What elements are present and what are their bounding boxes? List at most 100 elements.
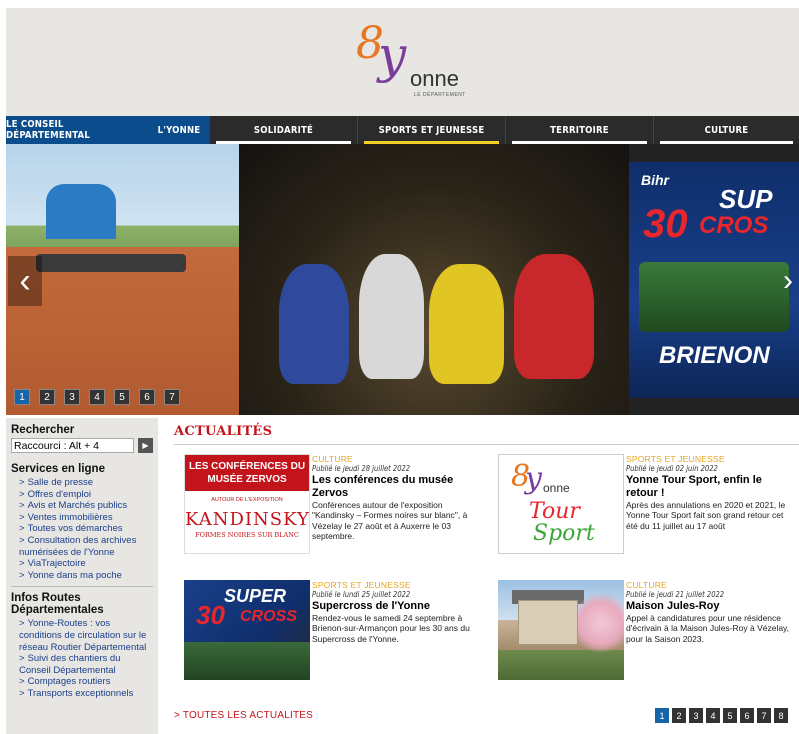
- news-description: Appel à candidatures pour une résidence …: [626, 613, 790, 644]
- news-title-link[interactable]: Maison Jules-Roy: [626, 600, 796, 613]
- nav-sports-jeunesse[interactable]: SPORTS ET JEUNESSE: [358, 116, 506, 144]
- service-link[interactable]: > Toutes vos démarches: [11, 523, 153, 535]
- news-date: Publié le lundi 25 juillet 2022: [312, 590, 411, 599]
- news-category: CULTURE: [312, 454, 353, 464]
- news-thumbnail-yonne-tour-sport[interactable]: 8 y onne Tour Sport: [498, 454, 624, 554]
- service-label: Ventes immobilières: [27, 511, 113, 523]
- service-link[interactable]: > Offres d'emploi: [11, 489, 153, 501]
- service-link[interactable]: > Consultation des archives numérisées de…: [11, 535, 153, 558]
- news-page-5[interactable]: 5: [723, 708, 737, 723]
- slider-page-5[interactable]: 5: [114, 389, 130, 405]
- arrow-marker-icon: >: [19, 523, 25, 535]
- news-date: Publié le jeudi 28 juillet 2022: [312, 464, 411, 473]
- news-thumbnail-supercross[interactable]: SUPER 30 CROSS: [184, 580, 310, 680]
- news-date: Publié le jeudi 02 juin 2022: [626, 464, 718, 473]
- blossom-tree-shape: [578, 588, 624, 658]
- news-thumbnail-maison-jules-roy[interactable]: [498, 580, 624, 680]
- news-title-link[interactable]: Les conférences du musée Zervos: [312, 474, 482, 500]
- slider-page-1[interactable]: 1: [14, 389, 30, 405]
- slider-prev-button[interactable]: ‹: [8, 256, 42, 306]
- nav-territoire[interactable]: TERRITOIRE: [506, 116, 654, 144]
- arrow-marker-icon: >: [19, 477, 25, 488]
- inflatable-shape: [46, 184, 116, 239]
- service-link[interactable]: > Ventes immobilières: [11, 512, 153, 524]
- slider-page-2[interactable]: 2: [39, 389, 55, 405]
- infos-link[interactable]: > Comptages routiers: [11, 676, 153, 688]
- service-label: Offres d'emploi: [27, 488, 91, 500]
- arrow-marker-icon: >: [19, 653, 25, 665]
- news-card[interactable]: 8 y onne Tour Sport SPORTS ET JEUNESSE P…: [488, 454, 798, 559]
- news-description: Après des annulations en 2020 et 2021, l…: [626, 500, 786, 531]
- rider-shape: [429, 264, 504, 384]
- news-page-2[interactable]: 2: [672, 708, 686, 723]
- slider-next-button[interactable]: ›: [777, 256, 799, 306]
- service-label: ViaTrajectoire: [27, 558, 86, 570]
- service-label: Yonne dans ma poche: [27, 569, 122, 581]
- slide-poster-supercross[interactable]: Bihr SUP 30 CROS BRIENON: [629, 162, 799, 398]
- thumb-heading: LES CONFÉRENCES DU MUSÉE ZERVOS: [185, 455, 309, 491]
- service-link[interactable]: > ViaTrajectoire: [11, 558, 153, 570]
- news-page-3[interactable]: 3: [689, 708, 703, 723]
- karts-shape: [36, 254, 186, 272]
- nav-yonne[interactable]: L'YONNE: [148, 116, 210, 144]
- infos-link[interactable]: > Suivi des chantiers du Conseil Départem…: [11, 653, 153, 676]
- news-thumbnail-zervos[interactable]: LES CONFÉRENCES DU MUSÉE ZERVOS AUTOUR D…: [184, 454, 310, 554]
- logo-y: y: [378, 26, 407, 84]
- arrow-marker-icon: >: [19, 676, 25, 688]
- news-category: CULTURE: [626, 580, 667, 590]
- nav-label: L'YONNE: [157, 124, 201, 136]
- search-row: ▶: [11, 438, 153, 453]
- arrow-marker-icon: >: [19, 488, 25, 500]
- nav-conseil-departemental[interactable]: LE CONSEIL DÉPARTEMENTAL: [6, 116, 148, 144]
- arrow-marker-icon: >: [19, 687, 25, 699]
- news-description: Rendez-vous le samedi 24 septembre à Bri…: [312, 613, 470, 644]
- search-heading: Rechercher: [11, 424, 75, 436]
- news-category: SPORTS ET JEUNESSE: [626, 454, 725, 464]
- slider-page-3[interactable]: 3: [64, 389, 80, 405]
- infos-label: Transports exceptionnels: [27, 687, 134, 699]
- arrow-marker-icon: >: [19, 500, 25, 512]
- thumb-subheading: AUTOUR DE L'EXPOSITION: [211, 497, 283, 503]
- news-title-link[interactable]: Yonne Tour Sport, enfin le retour !: [626, 474, 796, 500]
- service-link[interactable]: > Salle de presse: [11, 477, 153, 489]
- nav-solidarite[interactable]: SOLIDARITÉ: [210, 116, 358, 144]
- news-date: Publié le jeudi 21 juillet 2022: [626, 590, 725, 599]
- thumb-cross: CROSS: [240, 608, 297, 625]
- thumb-logo-y: y: [525, 461, 542, 496]
- search-input[interactable]: [11, 438, 134, 453]
- thumb-logo-name: onne: [543, 481, 570, 495]
- rider-shape: [279, 264, 349, 384]
- nav-label: LE CONSEIL DÉPARTEMENTAL: [6, 119, 91, 141]
- slide-image-supercross[interactable]: [239, 144, 629, 415]
- news-card-text: CULTURE Publié le jeudi 21 juillet 2022 …: [626, 580, 796, 644]
- news-pagination: 1 2 3 4 5 6 7 8: [655, 708, 788, 723]
- nav-culture[interactable]: CULTURE: [654, 116, 799, 144]
- all-news-link[interactable]: > TOUTES LES ACTUALITES: [174, 710, 313, 721]
- infos-link[interactable]: > Transports exceptionnels: [11, 688, 153, 700]
- slider-page-6[interactable]: 6: [139, 389, 155, 405]
- news-page-4[interactable]: 4: [706, 708, 720, 723]
- news-page-8[interactable]: 8: [774, 708, 788, 723]
- slider-page-7[interactable]: 7: [164, 389, 180, 405]
- service-link[interactable]: > Avis et Marchés publics: [11, 500, 153, 512]
- news-page-7[interactable]: 7: [757, 708, 771, 723]
- news-category: SPORTS ET JEUNESSE: [312, 580, 411, 590]
- sidebar-divider: [11, 586, 153, 588]
- infos-link[interactable]: > Yonne-Routes : vos conditions de circul…: [11, 618, 153, 653]
- yonne-logo[interactable]: 8 y onne LE DÉPARTEMENT: [356, 22, 476, 112]
- search-submit-button[interactable]: ▶: [138, 438, 153, 453]
- news-page-6[interactable]: 6: [740, 708, 754, 723]
- infos-routes-list: > Yonne-Routes : vos conditions de circul…: [11, 618, 153, 699]
- slider-page-4[interactable]: 4: [89, 389, 105, 405]
- news-page-1[interactable]: 1: [655, 708, 669, 723]
- news-card[interactable]: LES CONFÉRENCES DU MUSÉE ZERVOS AUTOUR D…: [174, 454, 484, 559]
- news-heading: ACTUALITÉS: [174, 424, 273, 439]
- service-link[interactable]: > Yonne dans ma poche: [11, 570, 153, 582]
- news-title-link[interactable]: Supercross de l'Yonne: [312, 600, 482, 613]
- poster-super: SUP: [719, 184, 773, 214]
- news-card[interactable]: CULTURE Publié le jeudi 21 juillet 2022 …: [488, 580, 798, 685]
- chevron-right-icon: ›: [783, 264, 793, 297]
- poster-cross: CROS: [699, 212, 769, 239]
- thumb-caption: FORMES NOIRES SUR BLANC: [195, 531, 299, 539]
- news-card[interactable]: SUPER 30 CROSS SPORTS ET JEUNESSE Publié…: [174, 580, 484, 685]
